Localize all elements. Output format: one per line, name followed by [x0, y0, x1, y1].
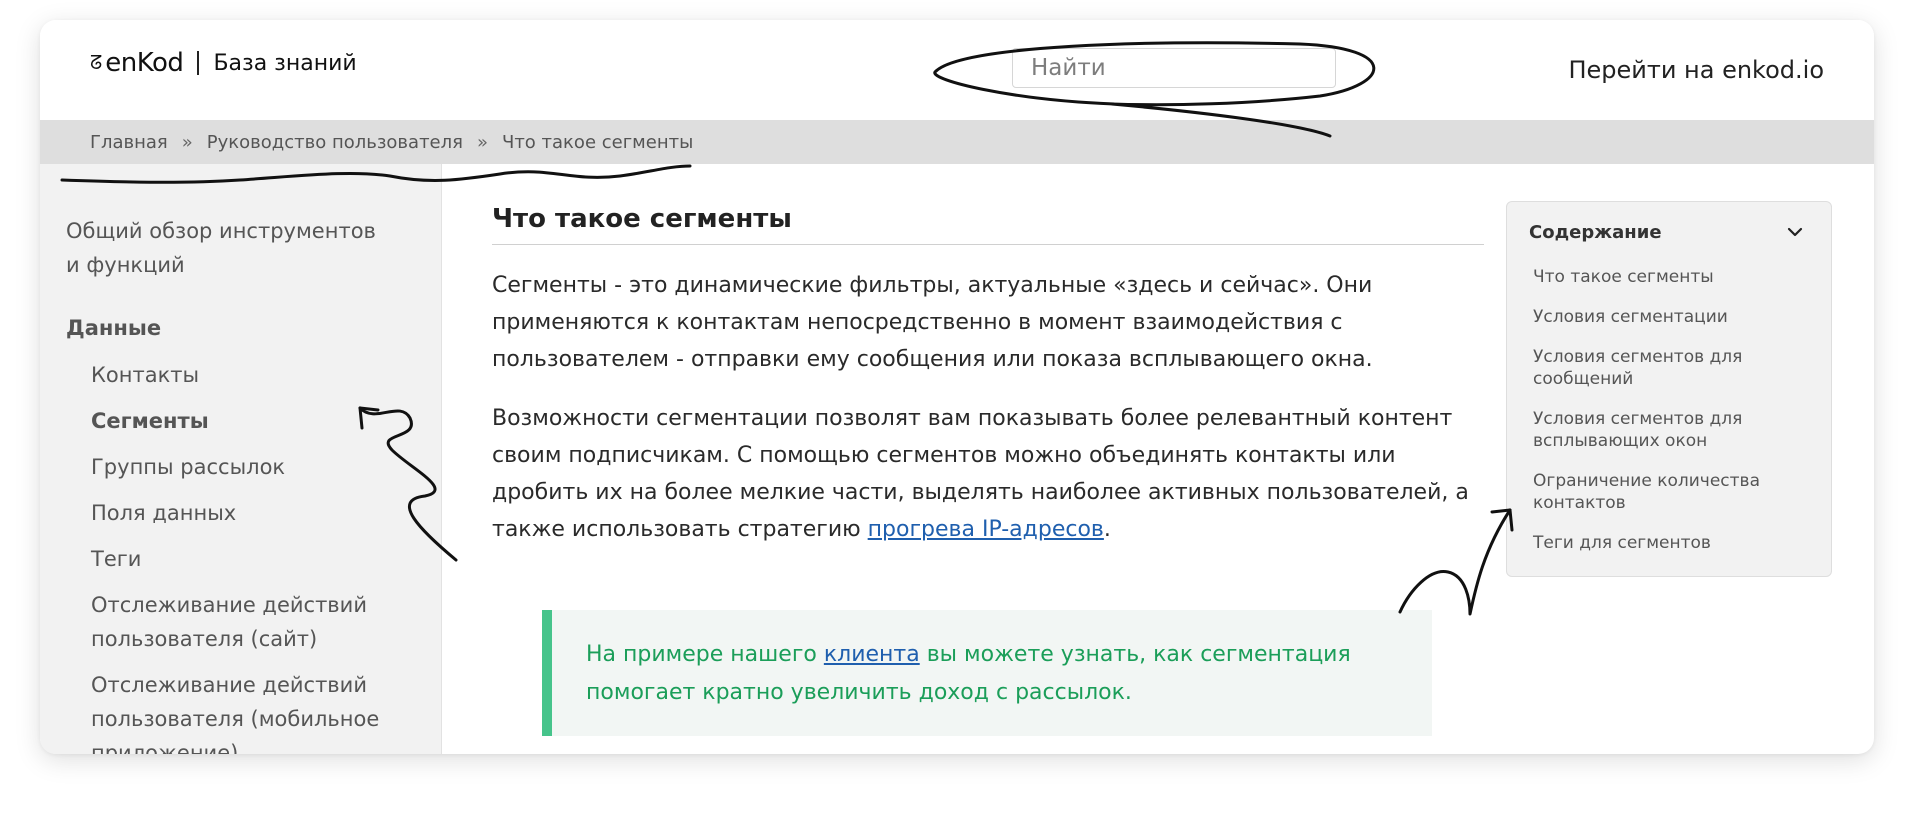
toc-item[interactable]: Ограничение количества контактов	[1533, 470, 1803, 514]
browser-page-frame: ᘔ enKod База знаний Перейти на enkod.io …	[40, 20, 1874, 754]
breadcrumb-separator: »	[181, 131, 193, 153]
ip-warmup-link[interactable]: прогрева IP-адресов	[868, 517, 1104, 542]
sidebar-item-tags[interactable]: Теги	[91, 542, 421, 576]
toc-title[interactable]: Содержание	[1529, 222, 1662, 243]
enkod-logo-icon: ᘔ	[90, 52, 103, 74]
article-paragraph: Возможности сегментации позволят вам пок…	[492, 400, 1484, 548]
toc-item[interactable]: Условия сегментации	[1533, 306, 1803, 328]
sidebar-subitems: Контакты Сегменты Группы рассылок Поля д…	[91, 358, 421, 754]
goto-enkod-link[interactable]: Перейти на enkod.io	[1568, 56, 1824, 84]
breadcrumb-user-guide[interactable]: Руководство пользователя	[207, 132, 463, 153]
client-case-link[interactable]: клиента	[824, 642, 920, 667]
site-name: База знаний	[213, 50, 357, 76]
paragraph-text-end: .	[1103, 517, 1111, 542]
logo-text: enKod	[105, 48, 184, 78]
sidebar-item-mailing-groups[interactable]: Группы рассылок	[91, 450, 421, 484]
logo-divider	[197, 51, 200, 75]
breadcrumb-separator: »	[476, 131, 488, 153]
toc-item[interactable]: Условия сегментов для всплывающих окон	[1533, 408, 1803, 452]
sidebar-item-app-tracking[interactable]: Отслеживание действий пользователя (моби…	[91, 668, 421, 754]
sidebar-item-site-tracking[interactable]: Отслеживание действий пользователя (сайт…	[91, 588, 421, 656]
sidebar-item-segments[interactable]: Сегменты	[91, 404, 421, 438]
sidebar-nav: Общий обзор инструментов и функций Данны…	[40, 164, 442, 754]
sidebar-item-data-fields[interactable]: Поля данных	[91, 496, 421, 530]
toc-item[interactable]: Теги для сегментов	[1533, 532, 1803, 554]
breadcrumb: Главная » Руководство пользователя » Что…	[40, 120, 1874, 164]
toc-item[interactable]: Что такое сегменты	[1533, 266, 1803, 288]
article-content: Что такое сегменты Сегменты - это динами…	[492, 204, 1484, 548]
site-header: ᘔ enKod База знаний Перейти на enkod.io	[40, 20, 1874, 120]
sidebar-item-contacts[interactable]: Контакты	[91, 358, 421, 392]
toc-list: Что такое сегменты Условия сегментации У…	[1533, 266, 1803, 572]
toc-item[interactable]: Условия сегментов для сообщений	[1533, 346, 1803, 390]
breadcrumb-current: Что такое сегменты	[501, 131, 694, 153]
article-paragraph: Сегменты - это динамические фильтры, акт…	[492, 273, 1373, 372]
breadcrumb-home[interactable]: Главная	[90, 132, 168, 153]
site-logo[interactable]: ᘔ enKod База знаний	[90, 48, 357, 78]
page-title: Что такое сегменты	[492, 204, 1484, 245]
sidebar-item-overview[interactable]: Общий обзор инструментов и функций	[66, 214, 396, 282]
sidebar-section-data[interactable]: Данные	[66, 316, 161, 340]
table-of-contents: Содержание Что такое сегменты Условия се…	[1506, 201, 1832, 577]
callout-text: На примере нашего	[586, 642, 824, 667]
chevron-down-icon[interactable]	[1787, 224, 1803, 240]
info-callout: На примере нашего клиента вы можете узна…	[542, 610, 1432, 736]
search-input[interactable]	[1012, 48, 1336, 88]
